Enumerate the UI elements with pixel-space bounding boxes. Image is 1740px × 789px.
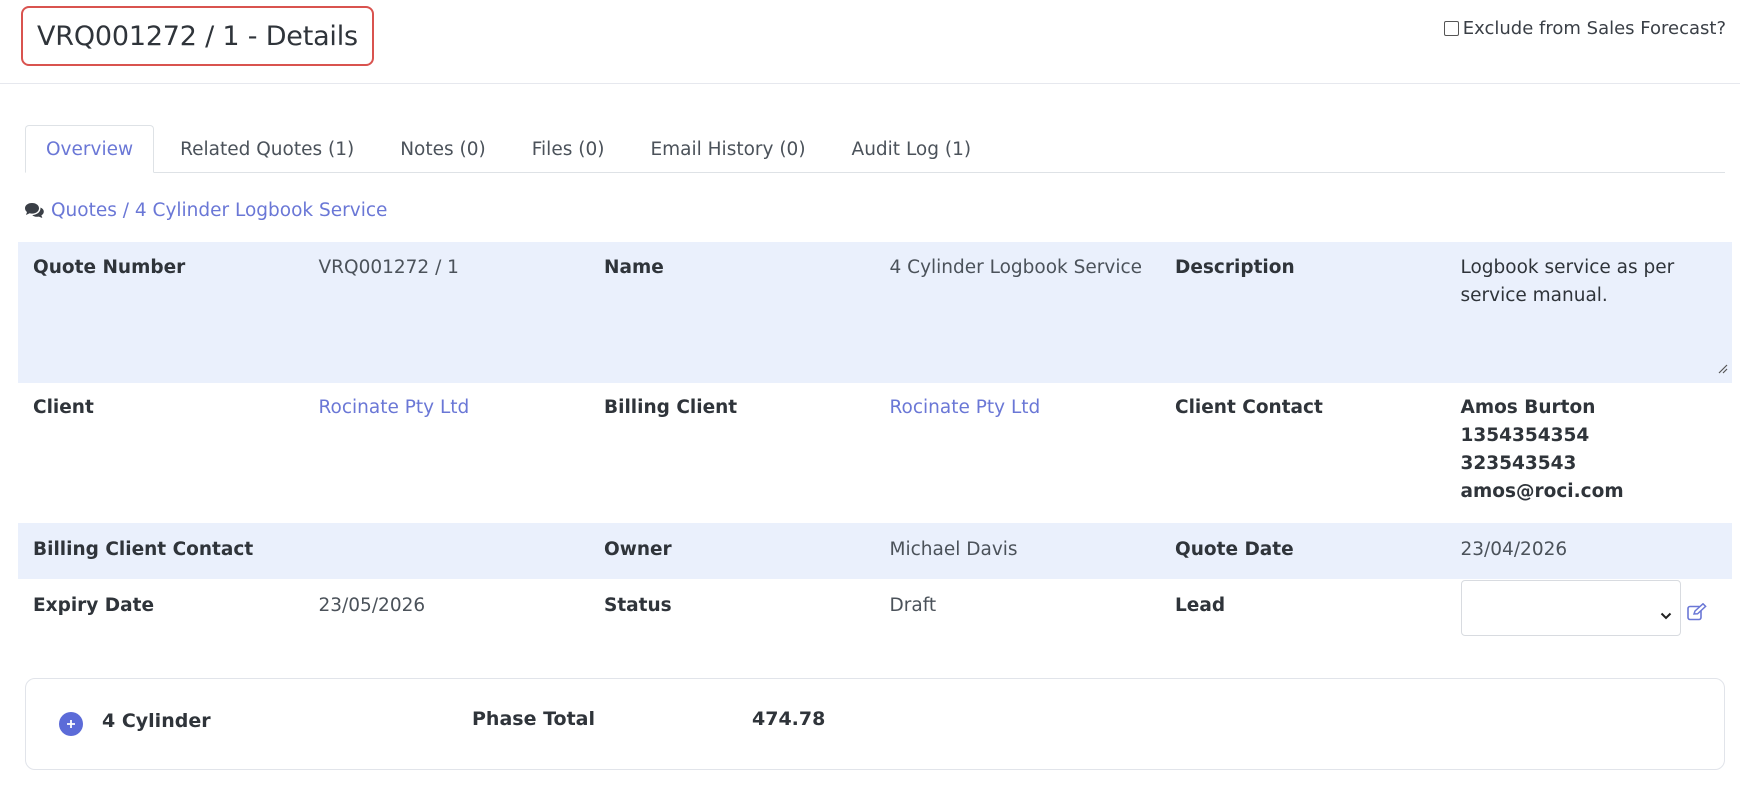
client-contact-label: Client Contact — [1175, 397, 1323, 418]
phase-total-label: Phase Total — [472, 708, 595, 730]
expiry-date-value: 23/05/2026 — [318, 595, 426, 616]
page-title: VRQ001272 / 1 - Details — [37, 20, 358, 52]
billing-client-contact-label: Billing Client Contact — [33, 539, 254, 560]
tab-overview[interactable]: Overview — [25, 125, 155, 173]
contact-email: amos@roci.com — [1460, 481, 1624, 502]
billing-client-label: Billing Client — [604, 397, 738, 418]
breadcrumb-link[interactable]: Quotes / 4 Cylinder Logbook Service — [51, 200, 387, 221]
phase-total-value: 474.78 — [752, 708, 826, 730]
description-value[interactable]: Logbook service as per service manual. — [1446, 254, 1732, 383]
billing-client-contact-value — [304, 536, 590, 579]
lead-label: Lead — [1175, 595, 1226, 616]
quote-date-value: 23/04/2026 — [1460, 539, 1568, 560]
lead-cell — [1446, 580, 1732, 659]
details-row: Expiry Date 23/05/2026 Status Draft Lead — [18, 579, 1732, 659]
page-header: VRQ001272 / 1 - Details Exclude from Sal… — [0, 0, 1740, 84]
client-label: Client — [33, 397, 94, 418]
owner-value: Michael Davis — [889, 539, 1018, 560]
tab-email-history[interactable]: Email History (0) — [630, 125, 825, 173]
lead-select[interactable] — [1460, 580, 1681, 636]
details-row: Billing Client Contact Owner Michael Dav… — [18, 523, 1732, 579]
phase-card: 4 Cylinder Phase Total 474.78 — [25, 678, 1725, 770]
contact-name: Amos Burton — [1460, 397, 1596, 418]
tab-audit-log[interactable]: Audit Log (1) — [832, 125, 992, 173]
expiry-date-label: Expiry Date — [33, 595, 155, 616]
owner-label: Owner — [604, 539, 672, 560]
tab-files[interactable]: Files (0) — [512, 125, 625, 173]
description-label: Description — [1175, 257, 1295, 278]
breadcrumb: Quotes / 4 Cylinder Logbook Service — [24, 200, 387, 221]
plus-icon — [67, 720, 75, 728]
exclude-forecast-label: Exclude from Sales Forecast? — [1462, 18, 1726, 39]
name-label: Name — [604, 257, 664, 278]
client-contact-value: Amos Burton 1354354354 323543543 amos@ro… — [1446, 394, 1732, 523]
tab-notes[interactable]: Notes (0) — [380, 125, 506, 173]
chevron-down-icon — [1660, 601, 1672, 629]
page-title-box: VRQ001272 / 1 - Details — [21, 6, 374, 66]
tab-related-quotes[interactable]: Related Quotes (1) — [160, 125, 374, 173]
quote-date-label: Quote Date — [1175, 539, 1294, 560]
exclude-forecast-checkbox[interactable] — [1443, 21, 1459, 36]
lead-controls — [1460, 580, 1732, 636]
resize-handle-icon[interactable] — [1718, 358, 1728, 379]
status-label: Status — [604, 595, 672, 616]
quote-number-label: Quote Number — [33, 257, 186, 278]
phase-name: 4 Cylinder — [102, 710, 211, 732]
status-value: Draft — [889, 595, 937, 616]
tab-bar: Overview Related Quotes (1) Notes (0) Fi… — [25, 125, 1725, 173]
edit-icon[interactable] — [1686, 602, 1707, 630]
comments-icon — [24, 202, 45, 219]
quote-details-grid: Quote Number VRQ001272 / 1 Name 4 Cylind… — [18, 242, 1732, 659]
client-link[interactable]: Rocinate Pty Ltd — [304, 394, 590, 523]
exclude-forecast-toggle[interactable]: Exclude from Sales Forecast? — [1443, 18, 1726, 39]
name-value: 4 Cylinder Logbook Service — [889, 257, 1143, 278]
details-row: Quote Number VRQ001272 / 1 Name 4 Cylind… — [18, 242, 1732, 383]
quote-number-value: VRQ001272 / 1 — [318, 257, 459, 278]
billing-client-link[interactable]: Rocinate Pty Ltd — [875, 394, 1161, 523]
contact-phone: 323543543 — [1460, 453, 1577, 474]
description-line: service manual. — [1460, 285, 1608, 306]
description-line: Logbook service as per — [1460, 257, 1675, 278]
details-row: Client Rocinate Pty Ltd Billing Client R… — [18, 383, 1732, 523]
contact-phone: 1354354354 — [1460, 425, 1590, 446]
expand-phase-button[interactable] — [59, 712, 83, 736]
